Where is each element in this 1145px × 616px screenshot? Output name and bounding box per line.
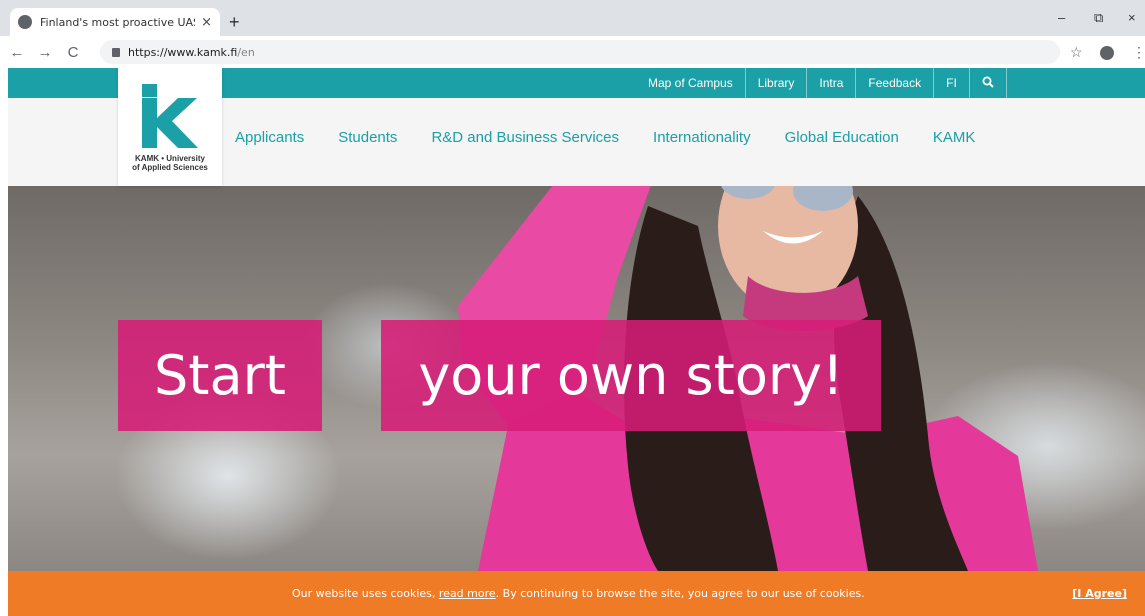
cookie-message: Our website uses cookies, read more. By … [292, 587, 865, 600]
logo-k-mark [142, 98, 198, 148]
logo-mark-dot [142, 84, 157, 97]
minimize-button[interactable]: – [1058, 10, 1065, 25]
hero-headline-start: Start [118, 320, 322, 431]
logo-text-line2: of Applied Sciences [132, 163, 208, 172]
feedback-link[interactable]: Feedback [856, 68, 935, 98]
hero-headline-story: your own story! [381, 320, 881, 431]
browser-toolbar: ← → C https://www.kamk.fi/en ☆ ⋮ [0, 36, 1145, 68]
reload-button[interactable]: C [62, 44, 84, 61]
address-bar[interactable]: https://www.kamk.fi/en [100, 40, 1060, 64]
cookie-agree-button[interactable]: [I Agree] [1072, 587, 1127, 600]
back-button[interactable]: ← [6, 44, 28, 61]
kamk-logo[interactable]: KAMK • University of Applied Sciences [118, 68, 222, 186]
profile-icon[interactable] [1100, 46, 1114, 60]
url-host: https://www.kamk.fi [128, 45, 238, 59]
menu-applicants[interactable]: Applicants [235, 129, 304, 146]
main-menu: Applicants Students R&D and Business Ser… [235, 98, 1009, 176]
utility-links: Map of Campus Library Intra Feedback FI [636, 68, 1007, 98]
globe-icon [18, 15, 32, 29]
tab-title: Finland's most proactive UAS – K [40, 15, 195, 29]
website: Start your own story! Map of Campus Libr… [8, 68, 1145, 616]
new-tab-button[interactable]: + [229, 13, 240, 31]
cookie-read-more-link[interactable]: read more [439, 587, 496, 600]
menu-students[interactable]: Students [338, 129, 397, 146]
menu-internationality[interactable]: Internationality [653, 129, 751, 146]
cookie-text-before: Our website uses cookies, [292, 587, 439, 600]
map-of-campus-link[interactable]: Map of Campus [636, 68, 746, 98]
browser-tab[interactable]: Finland's most proactive UAS – K × [10, 8, 220, 36]
intra-link[interactable]: Intra [807, 68, 857, 98]
browser-menu-icon[interactable]: ⋮ [1132, 44, 1145, 61]
forward-button[interactable]: → [34, 44, 56, 61]
logo-text-line1: KAMK • University [135, 154, 205, 163]
url-path: /en [237, 45, 255, 59]
lock-icon [112, 47, 120, 57]
restore-button[interactable]: ⧉ [1094, 10, 1103, 26]
tab-close-icon[interactable]: × [201, 15, 212, 30]
language-fi-link[interactable]: FI [934, 68, 970, 98]
hero-banner: Start your own story! [8, 186, 1145, 571]
window-close-button[interactable]: × [1128, 10, 1136, 25]
library-link[interactable]: Library [746, 68, 808, 98]
search-icon[interactable] [970, 68, 1007, 98]
cookie-banner: Our website uses cookies, read more. By … [8, 571, 1145, 616]
bookmark-star-icon[interactable]: ☆ [1070, 44, 1083, 61]
menu-kamk[interactable]: KAMK [933, 129, 976, 146]
logo-text: KAMK • University of Applied Sciences [118, 154, 222, 172]
cookie-text-after: . By continuing to browse the site, you … [495, 587, 865, 600]
menu-global-education[interactable]: Global Education [785, 129, 899, 146]
browser-tab-bar: Finland's most proactive UAS – K × + – ⧉… [0, 0, 1145, 36]
menu-rd-business-services[interactable]: R&D and Business Services [431, 129, 619, 146]
